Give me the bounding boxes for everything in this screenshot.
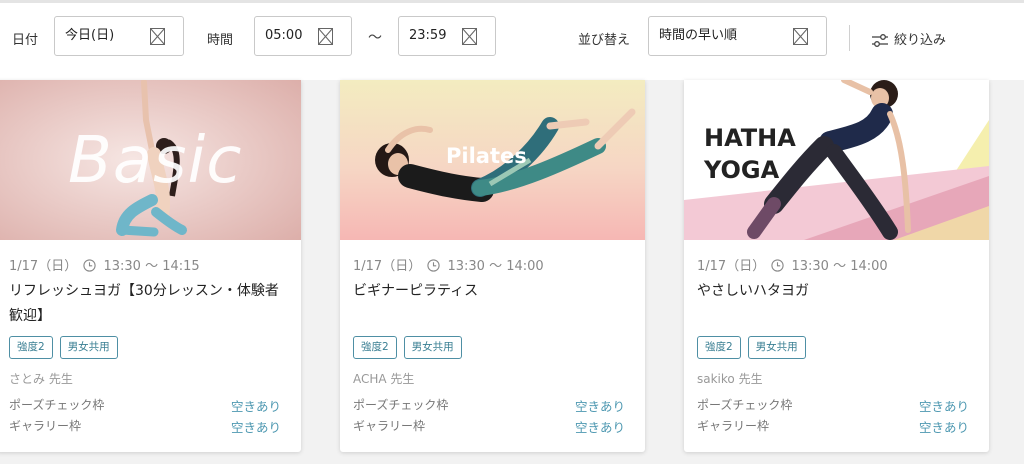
lesson-time: 13:30 〜 14:00: [447, 259, 544, 274]
slot-row: ギャラリー枠 空きあり: [353, 417, 625, 435]
clear-icon[interactable]: [462, 28, 477, 45]
slot-name: ギャラリー枠: [353, 419, 426, 433]
gender-tag: 男女共用: [403, 336, 462, 359]
slot-row: ポーズチェック枠 空きあり: [697, 396, 969, 414]
sliders-icon: [872, 34, 888, 47]
image-caption-line1: HATHA: [704, 124, 796, 152]
slot-row: ポーズチェック枠 空きあり: [353, 396, 625, 414]
time-start-select[interactable]: 05:00: [254, 16, 352, 56]
clock-icon: [427, 259, 440, 272]
clear-icon[interactable]: [150, 28, 165, 45]
slot-name: ポーズチェック枠: [9, 398, 105, 412]
teacher-name: sakiko 先生: [697, 372, 763, 386]
date-value: 今日(日): [65, 28, 115, 43]
sort-value: 時間の早い順: [659, 28, 738, 43]
time-end-select[interactable]: 23:59: [398, 16, 496, 56]
date-select[interactable]: 今日(日): [54, 16, 184, 56]
clear-icon[interactable]: [793, 28, 808, 45]
slot-row: ポーズチェック枠 空きあり: [9, 396, 281, 414]
time-start-value: 05:00: [265, 28, 303, 43]
divider: [849, 25, 850, 51]
lesson-date: 1/17（日）: [697, 259, 766, 274]
date-label: 日付: [12, 33, 39, 48]
slot-name: ギャラリー枠: [697, 419, 770, 433]
gender-tag: 男女共用: [59, 336, 118, 359]
teacher-name: ACHA 先生: [353, 372, 415, 386]
slot-availability: 空きあり: [918, 399, 969, 414]
slot-name: ポーズチェック枠: [697, 398, 793, 412]
narrow-down-label: 絞り込み: [894, 33, 947, 48]
slot-availability: 空きあり: [230, 420, 281, 435]
slot-availability: 空きあり: [574, 420, 625, 435]
lesson-date: 1/17（日）: [9, 259, 78, 274]
tag-list: 強度2 男女共用: [697, 335, 813, 359]
lesson-title: リフレッシュヨガ【30分レッスン・体験者歓迎】: [9, 283, 279, 324]
lesson-card[interactable]: Pilates 1/17（日） 13:30 〜 14:00 ビギナーピラティス …: [340, 80, 645, 452]
slot-availability: 空きあり: [574, 399, 625, 414]
image-caption: Pilates: [446, 144, 527, 168]
time-separator: 〜: [368, 30, 382, 46]
slot-name: ギャラリー枠: [9, 419, 82, 433]
lesson-image: Basic: [0, 80, 301, 240]
lesson-image: HATHA YOGA: [684, 80, 989, 240]
sort-select[interactable]: 時間の早い順: [648, 16, 827, 56]
clock-icon: [83, 259, 96, 272]
filter-bar: 日付 今日(日) 時間 05:00 〜 23:59 並び替え 時間の早い順 絞り…: [0, 0, 1024, 80]
sort-label: 並び替え: [578, 33, 631, 48]
intensity-tag: 強度2: [697, 336, 741, 359]
lesson-datetime: 1/17（日） 13:30 〜 14:15: [9, 255, 200, 274]
lesson-date: 1/17（日）: [353, 259, 422, 274]
lesson-image: Pilates: [340, 80, 645, 240]
tag-list: 強度2 男女共用: [353, 335, 469, 359]
image-caption-line2: YOGA: [704, 156, 780, 184]
lesson-card[interactable]: Basic 1/17（日） 13:30 〜 14:15 リフレッシュヨガ【30分…: [0, 80, 301, 452]
slot-availability: 空きあり: [230, 399, 281, 414]
slot-row: ギャラリー枠 空きあり: [9, 417, 281, 435]
clear-icon[interactable]: [318, 28, 333, 45]
gender-tag: 男女共用: [747, 336, 806, 359]
teacher-name: さとみ 先生: [9, 372, 73, 386]
time-label: 時間: [207, 33, 234, 48]
slot-row: ギャラリー枠 空きあり: [697, 417, 969, 435]
tag-list: 強度2 男女共用: [9, 335, 125, 359]
time-end-value: 23:59: [409, 28, 447, 43]
lesson-datetime: 1/17（日） 13:30 〜 14:00: [697, 255, 888, 274]
image-caption: Basic: [68, 124, 243, 198]
lesson-title: やさしいハタヨガ: [697, 283, 809, 299]
lesson-datetime: 1/17（日） 13:30 〜 14:00: [353, 255, 544, 274]
lesson-title: ビギナーピラティス: [353, 283, 479, 299]
clock-icon: [771, 259, 784, 272]
lesson-time: 13:30 〜 14:15: [103, 259, 200, 274]
narrow-down-button[interactable]: 絞り込み: [872, 29, 946, 48]
intensity-tag: 強度2: [353, 336, 397, 359]
lesson-time: 13:30 〜 14:00: [791, 259, 888, 274]
intensity-tag: 強度2: [9, 336, 53, 359]
slot-name: ポーズチェック枠: [353, 398, 449, 412]
slot-availability: 空きあり: [918, 420, 969, 435]
lesson-card[interactable]: HATHA YOGA 1/17（日） 13:30 〜 14:00 やさしいハタヨ…: [684, 80, 989, 452]
